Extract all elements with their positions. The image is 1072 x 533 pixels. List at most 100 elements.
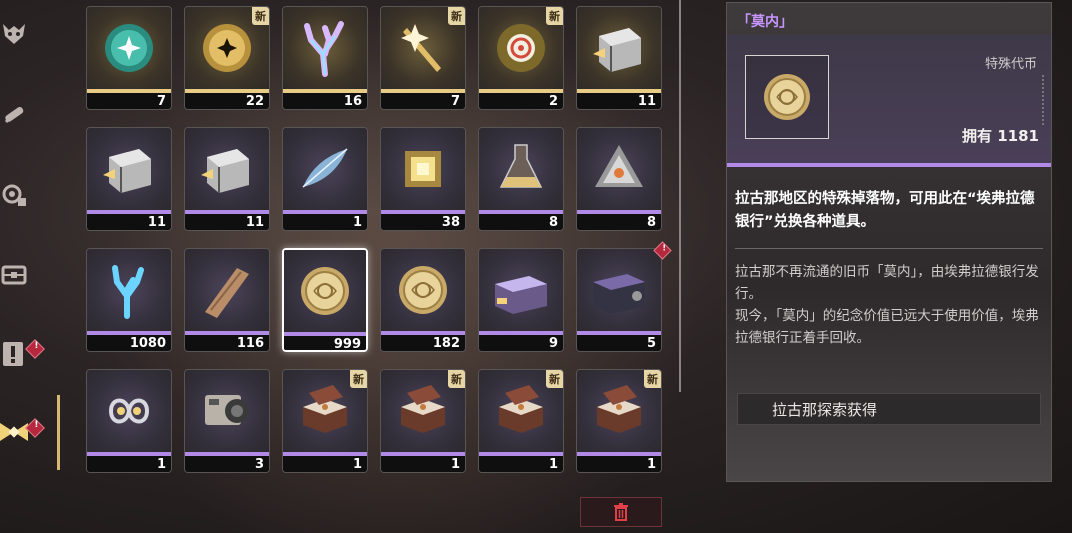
trash-icon xyxy=(614,503,628,521)
dark-chest-icon xyxy=(577,249,661,331)
item-quantity: 7 xyxy=(381,93,465,109)
item-quantity: 3 xyxy=(185,456,269,472)
camera-icon xyxy=(185,370,269,452)
inventory-item[interactable]: 22 新 xyxy=(184,6,270,110)
inventory-item[interactable]: 11 xyxy=(86,127,172,231)
item-quantity: 1080 xyxy=(87,335,171,351)
item-description: 拉古那地区的特殊掉落物，可用此在“埃弗拉德银行”兑换各种道具。 xyxy=(735,191,1035,230)
gold-coin-icon xyxy=(284,250,366,332)
discard-button[interactable] xyxy=(580,497,662,527)
steel-crate-icon xyxy=(87,128,171,210)
inventory-item[interactable]: 38 xyxy=(380,127,466,231)
item-quantity: 9 xyxy=(479,335,563,351)
inventory-item[interactable]: 1 xyxy=(86,369,172,473)
item-quantity: 11 xyxy=(577,93,661,109)
header-scroll xyxy=(1042,75,1047,125)
item-quantity: 1 xyxy=(283,214,367,230)
item-title: 「莫内」 xyxy=(737,14,793,30)
new-badge: 新 xyxy=(546,370,563,388)
crystal-leaf-icon xyxy=(283,128,367,210)
divider xyxy=(735,248,1043,249)
toolbox-icon[interactable] xyxy=(0,260,28,288)
crystal-coral-icon xyxy=(283,7,367,89)
item-detail-panel: 「莫内」 特殊代币 拥有 1181 拉古那地区的特殊掉落物，可用此在“埃弗拉德银… xyxy=(726,2,1052,482)
item-quantity: 1 xyxy=(381,456,465,472)
inventory-item[interactable]: 5 xyxy=(576,248,662,352)
item-quantity: 182 xyxy=(381,335,465,351)
purple-chest-icon xyxy=(479,249,563,331)
new-badge: 新 xyxy=(350,370,367,388)
item-lore: 拉古那不再流通的旧币「莫内」，由埃弗拉德银行发行。 现今，「莫内」的纪念价值已远… xyxy=(735,261,1047,349)
inventory-item[interactable]: 8 xyxy=(478,127,564,231)
new-badge: 新 xyxy=(546,7,563,25)
alert-badge-icon xyxy=(25,418,45,438)
new-badge: 新 xyxy=(644,370,661,388)
item-quantity: 8 xyxy=(479,214,563,230)
item-quantity: 22 xyxy=(185,93,269,109)
left-nav xyxy=(0,0,62,533)
inventory-item[interactable]: 16 xyxy=(282,6,368,110)
inventory-item[interactable]: 2新 xyxy=(478,6,564,110)
item-quantity: 7 xyxy=(87,93,171,109)
flask-icon xyxy=(479,128,563,210)
item-quantity: 8 xyxy=(577,214,661,230)
inventory-item[interactable]: 999 xyxy=(282,248,368,352)
new-badge: 新 xyxy=(448,7,465,25)
inventory-item[interactable]: 182 xyxy=(380,248,466,352)
item-quantity: 1 xyxy=(283,456,367,472)
wood-plank-icon xyxy=(185,249,269,331)
inventory-item[interactable]: 1新 xyxy=(380,369,466,473)
active-tab-indicator xyxy=(57,395,60,470)
item-quantity: 1 xyxy=(87,456,171,472)
gold-coin-icon xyxy=(381,249,465,331)
source-button[interactable]: 拉古那探索获得 xyxy=(737,393,1041,425)
alert-badge-icon xyxy=(25,339,45,359)
teal-orb-icon xyxy=(87,7,171,89)
item-quantity: 1 xyxy=(479,456,563,472)
owned-count: 拥有 1181 xyxy=(962,127,1039,145)
triangle-device-icon xyxy=(577,128,661,210)
inventory-item[interactable]: 8 xyxy=(576,127,662,231)
inventory-item[interactable]: 11 xyxy=(184,127,270,231)
inventory-item[interactable]: 1新 xyxy=(282,369,368,473)
demon-mask-icon[interactable] xyxy=(0,20,28,48)
steel-crate-icon xyxy=(577,7,661,89)
new-badge: 新 xyxy=(252,7,269,25)
material-cube-icon[interactable] xyxy=(0,418,28,446)
lore-line-1: 拉古那不再流通的旧币「莫内」，由埃弗拉德银行发行。 xyxy=(735,264,1039,302)
new-badge: 新 xyxy=(448,370,465,388)
inventory-scrollbar[interactable] xyxy=(679,0,681,392)
item-quantity: 16 xyxy=(283,93,367,109)
item-header: 特殊代币 拥有 1181 xyxy=(727,35,1051,165)
item-type: 特殊代币 xyxy=(984,57,1037,72)
inventory-item[interactable]: 7 xyxy=(86,6,172,110)
item-thumbnail xyxy=(745,55,829,139)
item-quantity: 116 xyxy=(185,335,269,351)
rarity-stripe xyxy=(727,163,1051,167)
inventory-item[interactable]: 7新 xyxy=(380,6,466,110)
syringe-icon[interactable] xyxy=(0,100,28,128)
inventory-item[interactable]: 1新 xyxy=(576,369,662,473)
item-quantity: 11 xyxy=(185,214,269,230)
inventory-item[interactable]: 1新 xyxy=(478,369,564,473)
steel-crate-icon xyxy=(185,128,269,210)
gear-module-icon[interactable] xyxy=(0,180,28,208)
infinity-charm-icon xyxy=(87,370,171,452)
inventory-item[interactable]: 1 xyxy=(282,127,368,231)
item-quantity: 2 xyxy=(479,93,563,109)
item-quantity: 38 xyxy=(381,214,465,230)
item-quantity: 5 xyxy=(577,335,661,351)
inventory-item[interactable]: 1080 xyxy=(86,248,172,352)
inventory-item[interactable]: 116 xyxy=(184,248,270,352)
inventory-item[interactable]: 3 xyxy=(184,369,270,473)
item-quantity: 999 xyxy=(284,336,366,350)
item-quantity: 11 xyxy=(87,214,171,230)
exclamation-card-icon[interactable] xyxy=(0,340,28,368)
inventory-item[interactable]: 9 xyxy=(478,248,564,352)
item-quantity: 1 xyxy=(577,456,661,472)
inventory-item[interactable]: 11 xyxy=(576,6,662,110)
gold-coin-icon xyxy=(764,74,810,120)
lore-line-2: 现今，「莫内」的纪念价值已远大于使用价值，埃弗拉德银行正着手回收。 xyxy=(735,308,1039,346)
glowing-cube-icon xyxy=(381,128,465,210)
blue-coral-icon xyxy=(87,249,171,331)
